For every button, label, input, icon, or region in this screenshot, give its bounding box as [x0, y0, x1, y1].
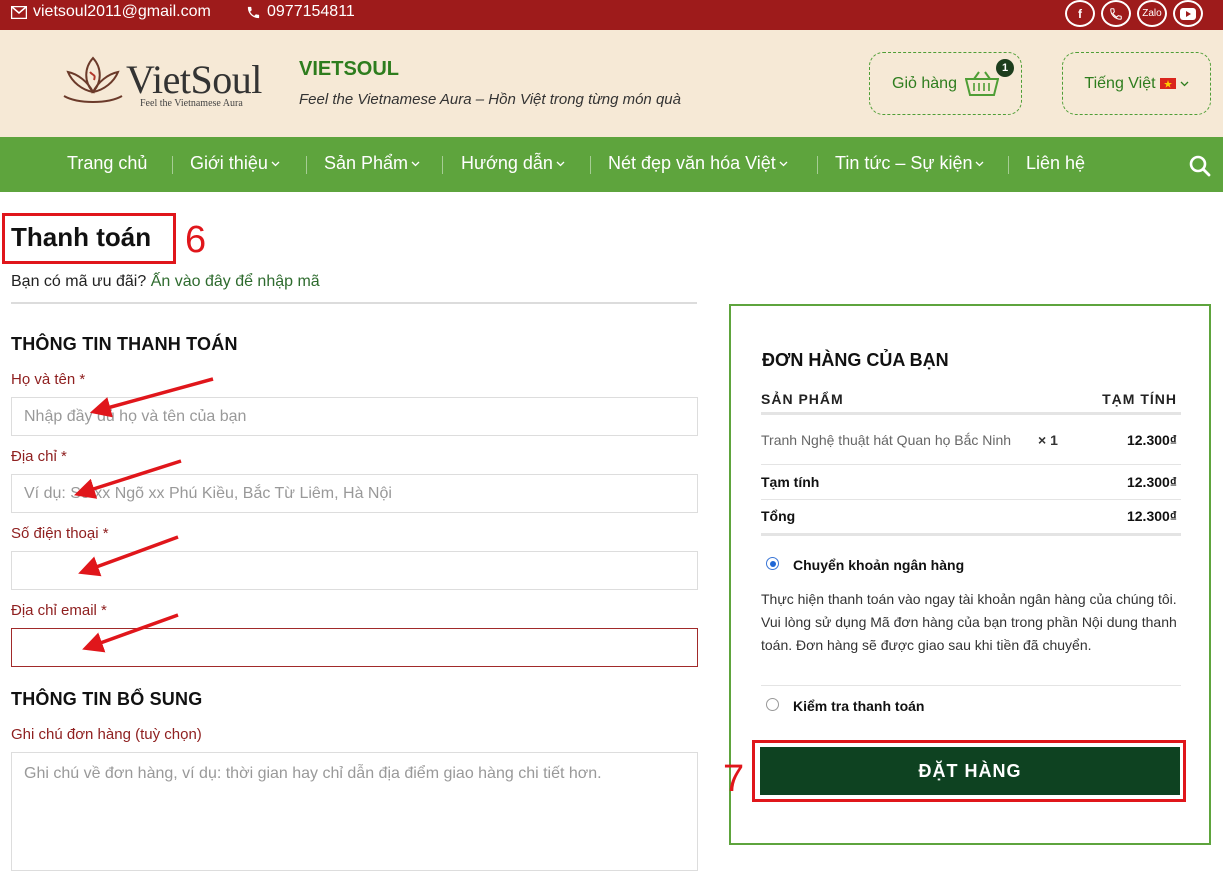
- email-contact[interactable]: vietsoul2011@gmail.com: [11, 3, 211, 21]
- nav-label: Nét đẹp văn hóa Việt: [608, 153, 776, 173]
- col-subtotal-header: TẠM TÍNH: [1102, 391, 1177, 407]
- order-heading: ĐƠN HÀNG CỦA BẠN: [762, 350, 949, 370]
- subtotal-label: Tạm tính: [761, 474, 820, 490]
- payment-check-label[interactable]: Kiểm tra thanh toán: [793, 698, 924, 714]
- language-selector[interactable]: Tiếng Việt: [1062, 52, 1211, 115]
- payment-divider: [761, 685, 1181, 686]
- lotus-logo-icon: [63, 56, 123, 103]
- arrow-to-phone: [78, 535, 179, 577]
- annotation-step-7: 7: [723, 758, 745, 800]
- coupon-prompt: Bạn có mã ưu đãi? Ấn vào đây để nhập mã: [11, 273, 320, 291]
- phone-text: 0977154811: [267, 3, 355, 20]
- annotation-step-6: 6: [185, 219, 207, 261]
- brand-name: VIETSOUL: [299, 58, 400, 80]
- phone-circle-icon[interactable]: [1101, 0, 1131, 27]
- nav-label: Sản Phẩm: [324, 153, 409, 173]
- chevron-down-icon: [271, 161, 280, 166]
- nav-item-guide[interactable]: Hướng dẫn: [461, 153, 565, 174]
- nav-item-contact[interactable]: Liên hệ: [1026, 153, 1085, 174]
- table-divider: [761, 412, 1181, 415]
- youtube-icon[interactable]: [1173, 0, 1203, 27]
- additional-info-heading: THÔNG TIN BỔ SUNG: [11, 689, 203, 709]
- nav-separator: [172, 156, 173, 174]
- product-amount: 12.300₫: [1126, 432, 1177, 448]
- nav-item-culture[interactable]: Nét đẹp văn hóa Việt: [608, 153, 788, 174]
- payment-bank-label[interactable]: Chuyển khoản ngân hàng: [793, 557, 964, 573]
- payment-bank-description: Thực hiện thanh toán vào ngay tài khoản …: [761, 591, 1177, 653]
- cart-button[interactable]: Giỏ hàng 1: [869, 52, 1022, 115]
- phone-icon: [247, 6, 260, 18]
- coupon-text: Bạn có mã ưu đãi?: [11, 273, 147, 290]
- chevron-down-icon: [976, 161, 984, 166]
- coupon-divider: [11, 302, 697, 304]
- nav-item-home[interactable]: Trang chủ: [67, 153, 147, 174]
- arrow-to-address: [73, 459, 182, 499]
- order-notes-textarea[interactable]: Ghi chú về đơn hàng, ví dụ: thời gian ha…: [11, 752, 698, 871]
- chevron-down-icon: [1180, 81, 1189, 86]
- billing-heading: THÔNG TIN THANH TOÁN: [11, 334, 238, 354]
- table-divider: [761, 464, 1181, 465]
- nav-item-news[interactable]: Tin tức – Sự kiện: [835, 153, 984, 174]
- email-text: vietsoul2011@gmail.com: [33, 3, 211, 20]
- basket-icon: [964, 70, 999, 96]
- search-icon[interactable]: [1188, 154, 1212, 178]
- nav-separator: [442, 156, 443, 174]
- social-links: f Zalo: [1065, 0, 1203, 27]
- main-nav: Trang chủ Giới thiệu Sản Phẩm Hướng dẫn …: [0, 137, 1223, 192]
- col-product-header: SẢN PHẨM: [761, 391, 844, 407]
- total-amount: 12.300₫: [1126, 508, 1177, 524]
- cart-count-badge: 1: [996, 59, 1014, 77]
- nav-separator: [590, 156, 591, 174]
- order-notes-placeholder: Ghi chú về đơn hàng, ví dụ: thời gian ha…: [24, 765, 602, 782]
- nav-label: Tin tức – Sự kiện: [835, 153, 973, 173]
- nav-item-about[interactable]: Giới thiệu: [190, 153, 280, 174]
- product-name[interactable]: Tranh Nghệ thuật hát Quan họ Bắc Ninh: [761, 432, 1011, 448]
- nav-separator: [306, 156, 307, 174]
- subtotal-amount: 12.300₫: [1126, 474, 1177, 490]
- annotation-arrows: [73, 377, 214, 653]
- coupon-link[interactable]: Ấn vào đây để nhập mã: [151, 273, 320, 290]
- zalo-icon[interactable]: Zalo: [1137, 0, 1167, 27]
- phone-contact[interactable]: 0977154811: [246, 3, 355, 21]
- payment-check-radio[interactable]: [766, 698, 779, 711]
- nav-item-products[interactable]: Sản Phẩm: [324, 153, 420, 174]
- logo-tagline: Feel the Vietnamese Aura: [140, 98, 243, 109]
- nav-label: Giới thiệu: [190, 153, 268, 173]
- facebook-icon[interactable]: f: [1065, 0, 1095, 27]
- cart-label: Giỏ hàng: [892, 74, 957, 92]
- top-bar: vietsoul2011@gmail.com 0977154811 f Zalo: [0, 0, 1223, 30]
- table-divider: [761, 533, 1181, 536]
- brand-tagline: Feel the Vietnamese Aura – Hồn Việt tron…: [299, 91, 681, 108]
- nav-separator: [817, 156, 818, 174]
- page-title: Thanh toán: [11, 222, 152, 252]
- nav-label: Hướng dẫn: [461, 153, 553, 173]
- site-logo[interactable]: VietSoul Feel the Vietnamese Aura: [60, 52, 270, 114]
- arrow-to-email: [82, 613, 179, 653]
- nav-separator: [1008, 156, 1009, 174]
- table-divider: [761, 499, 1181, 500]
- arrow-to-name: [89, 377, 214, 418]
- order-notes-label: Ghi chú đơn hàng (tuỳ chọn): [11, 726, 202, 743]
- place-order-button[interactable]: ĐẶT HÀNG: [760, 747, 1180, 795]
- logo-wordmark: VietSoul: [126, 57, 262, 102]
- chevron-down-icon: [411, 161, 420, 166]
- nav-label: Liên hệ: [1026, 153, 1086, 173]
- total-label: Tổng: [761, 508, 796, 524]
- chevron-down-icon: [556, 161, 565, 166]
- site-header: VietSoul Feel the Vietnamese Aura VIETSO…: [0, 30, 1223, 137]
- envelope-icon: [11, 5, 27, 19]
- vietnam-flag-icon: [1159, 78, 1176, 89]
- product-quantity: × 1: [1038, 432, 1058, 448]
- payment-bank-radio[interactable]: [766, 557, 779, 570]
- nav-label: Trang chủ: [67, 153, 148, 173]
- language-label: Tiếng Việt: [1084, 74, 1156, 92]
- chevron-down-icon: [779, 161, 788, 166]
